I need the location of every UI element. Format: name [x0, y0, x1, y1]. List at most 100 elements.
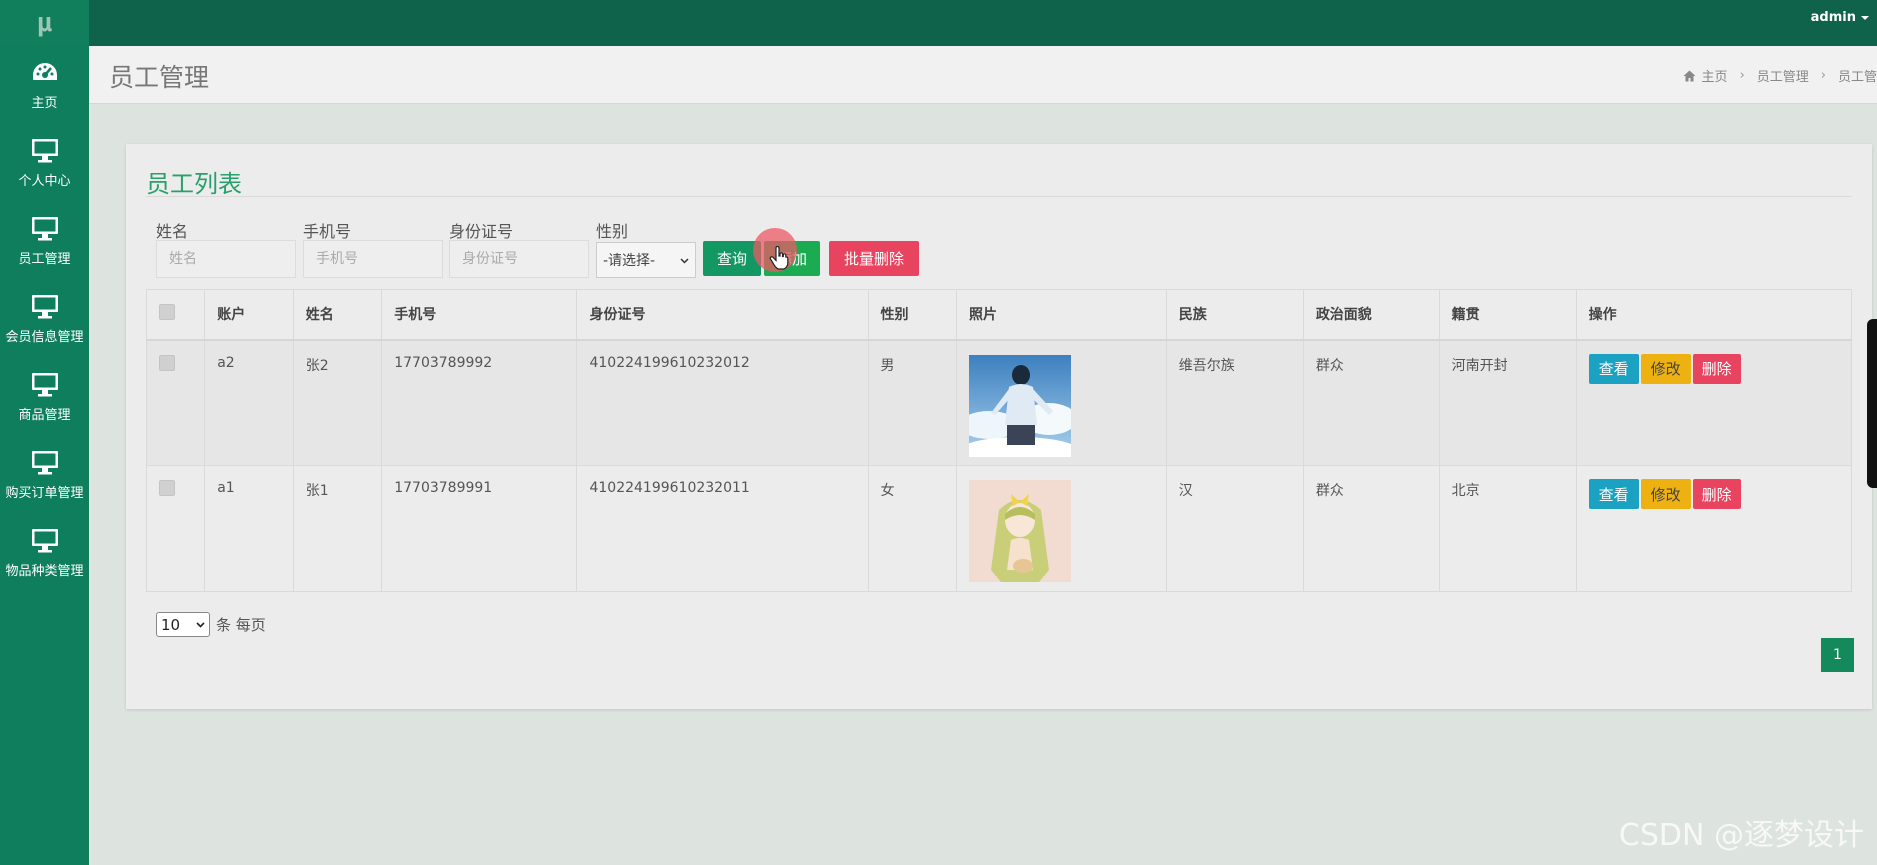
breadcrumb-current: 员工管: [1837, 70, 1877, 85]
floating-side-tab[interactable]: [1867, 319, 1877, 488]
breadcrumb-separator: ›: [1820, 68, 1826, 83]
chevron-down-icon: [196, 622, 205, 628]
column-header: 姓名: [292, 289, 383, 341]
monitor-icon: [31, 528, 58, 552]
column-header: 照片: [956, 289, 1167, 341]
view-button[interactable]: 查看: [1588, 353, 1639, 384]
sidebar-item-label: 个人中心: [18, 173, 71, 189]
cell-political: 群众: [1302, 465, 1440, 592]
page-size-value: 10: [161, 615, 181, 634]
page-size-suffix: 条 每页: [216, 616, 266, 634]
breadcrumb: 主页 › 员工管理 › 员工管: [1683, 66, 1877, 85]
sidebar-item-label: 商品管理: [18, 407, 71, 423]
column-header: 民族: [1165, 289, 1304, 341]
cell-name: 张2: [292, 339, 383, 466]
id-number-label: 身份证号: [449, 222, 514, 241]
id-number-input[interactable]: [449, 240, 589, 278]
top-navbar: μ admin: [0, 0, 1877, 46]
cell-actions: 查看 修改 删除: [1575, 339, 1853, 466]
cell-hometown: 河南开封: [1438, 339, 1577, 466]
cell-photo: [956, 465, 1167, 592]
employee-table: 账户 姓名 手机号 身份证号 性别 照片 民族 政治面貌 籍贯 操作 a2 张2…: [145, 289, 1853, 592]
employee-photo[interactable]: [969, 354, 1072, 457]
delete-button[interactable]: 删除: [1692, 479, 1741, 509]
sidebar-item-member-management[interactable]: 会员信息管理: [0, 280, 89, 358]
column-header: 操作: [1575, 289, 1853, 341]
cell-name: 张1: [292, 465, 383, 592]
sidebar-item-home[interactable]: 主页: [0, 46, 89, 124]
column-header: 身份证号: [576, 289, 869, 341]
cell-actions: 查看 修改 删除: [1575, 465, 1853, 592]
sidebar-item-label: 购买订单管理: [5, 485, 84, 501]
cell-id-number: 410224199610232012: [576, 339, 869, 466]
app-logo: μ: [36, 8, 53, 38]
batch-delete-button[interactable]: 批量删除: [829, 241, 919, 276]
cell-hometown: 北京: [1438, 465, 1577, 592]
sidebar-item-label: 会员信息管理: [5, 329, 84, 345]
table-header-row: 账户 姓名 手机号 身份证号 性别 照片 民族 政治面貌 籍贯 操作: [145, 289, 1853, 341]
employee-list-panel: 员工列表 姓名 手机号 身份证号 性别 -请选择- 查询 添加 批量删除 账户 …: [126, 144, 1872, 709]
breadcrumb-separator: ›: [1739, 68, 1745, 83]
breadcrumb-employee[interactable]: 员工管理: [1757, 66, 1809, 85]
sidebar-item-category-management[interactable]: 物品种类管理: [0, 514, 89, 592]
cell-account: a2: [204, 339, 294, 466]
edit-button[interactable]: 修改: [1640, 479, 1691, 509]
gender-select[interactable]: -请选择-: [596, 242, 696, 278]
page-size-select[interactable]: 10: [156, 612, 210, 637]
phone-label: 手机号: [303, 222, 352, 241]
edit-button[interactable]: 修改: [1640, 353, 1691, 384]
cell-ethnicity: 维吾尔族: [1165, 339, 1304, 466]
panel-title: 员工列表: [146, 170, 242, 198]
cell-phone: 17703789991: [381, 465, 578, 592]
cell-id-number: 410224199610232011: [576, 465, 869, 592]
monitor-icon: [31, 450, 58, 474]
monitor-icon: [31, 294, 58, 318]
delete-button[interactable]: 删除: [1692, 353, 1741, 384]
row-actions: 查看 修改 删除: [1588, 479, 1839, 509]
row-select-cell: [145, 339, 206, 466]
row-checkbox[interactable]: [159, 354, 175, 371]
column-header: 性别: [867, 289, 958, 341]
sidebar-item-employee-management[interactable]: 员工管理: [0, 202, 89, 280]
page-number-button[interactable]: 1: [1821, 638, 1854, 672]
sidebar-item-order-management[interactable]: 购买订单管理: [0, 436, 89, 514]
page-size-control: 10 条 每页: [156, 612, 266, 637]
employee-photo[interactable]: [969, 480, 1072, 582]
column-header: 账户: [204, 289, 294, 341]
cell-gender: 男: [867, 339, 958, 466]
sidebar-item-label: 物品种类管理: [5, 563, 84, 579]
view-button[interactable]: 查看: [1588, 479, 1639, 509]
name-input[interactable]: [156, 240, 296, 278]
cell-phone: 17703789992: [381, 339, 578, 466]
cell-ethnicity: 汉: [1165, 465, 1304, 592]
phone-input[interactable]: [303, 240, 443, 278]
dashboard-icon: [32, 62, 57, 80]
home-icon: [1683, 70, 1696, 81]
breadcrumb-home[interactable]: 主页: [1702, 66, 1728, 85]
row-actions: 查看 修改 删除: [1588, 353, 1839, 384]
cell-photo: [956, 339, 1167, 466]
row-select-cell: [145, 465, 206, 592]
select-all-checkbox[interactable]: [159, 304, 175, 321]
column-header: 政治面貌: [1302, 289, 1440, 341]
sidebar-item-label: 主页: [31, 95, 58, 111]
page-header: 员工管理 主页 › 员工管理 › 员工管: [89, 46, 1877, 104]
logo-box[interactable]: μ: [0, 0, 89, 46]
hand-cursor-icon: [769, 246, 789, 270]
row-checkbox[interactable]: [159, 480, 175, 496]
cell-gender: 女: [867, 465, 958, 592]
user-menu[interactable]: admin: [1811, 10, 1869, 25]
select-all-cell: [145, 289, 206, 341]
caret-down-icon: [1861, 15, 1869, 20]
monitor-icon: [31, 372, 58, 396]
column-header: 手机号: [381, 289, 578, 341]
cell-account: a1: [204, 465, 294, 592]
sidebar-item-personal-center[interactable]: 个人中心: [0, 124, 89, 202]
monitor-icon: [31, 216, 58, 240]
table-row: a2 张2 17703789992 410224199610232012 男 维…: [145, 339, 1853, 466]
sidebar-item-product-management[interactable]: 商品管理: [0, 358, 89, 436]
watermark: CSDN @逐梦设计: [1618, 818, 1864, 853]
title-divider: [146, 196, 1852, 197]
chevron-down-icon: [680, 257, 689, 264]
table-row: a1 张1 17703789991 410224199610232011 女 汉…: [145, 465, 1853, 592]
